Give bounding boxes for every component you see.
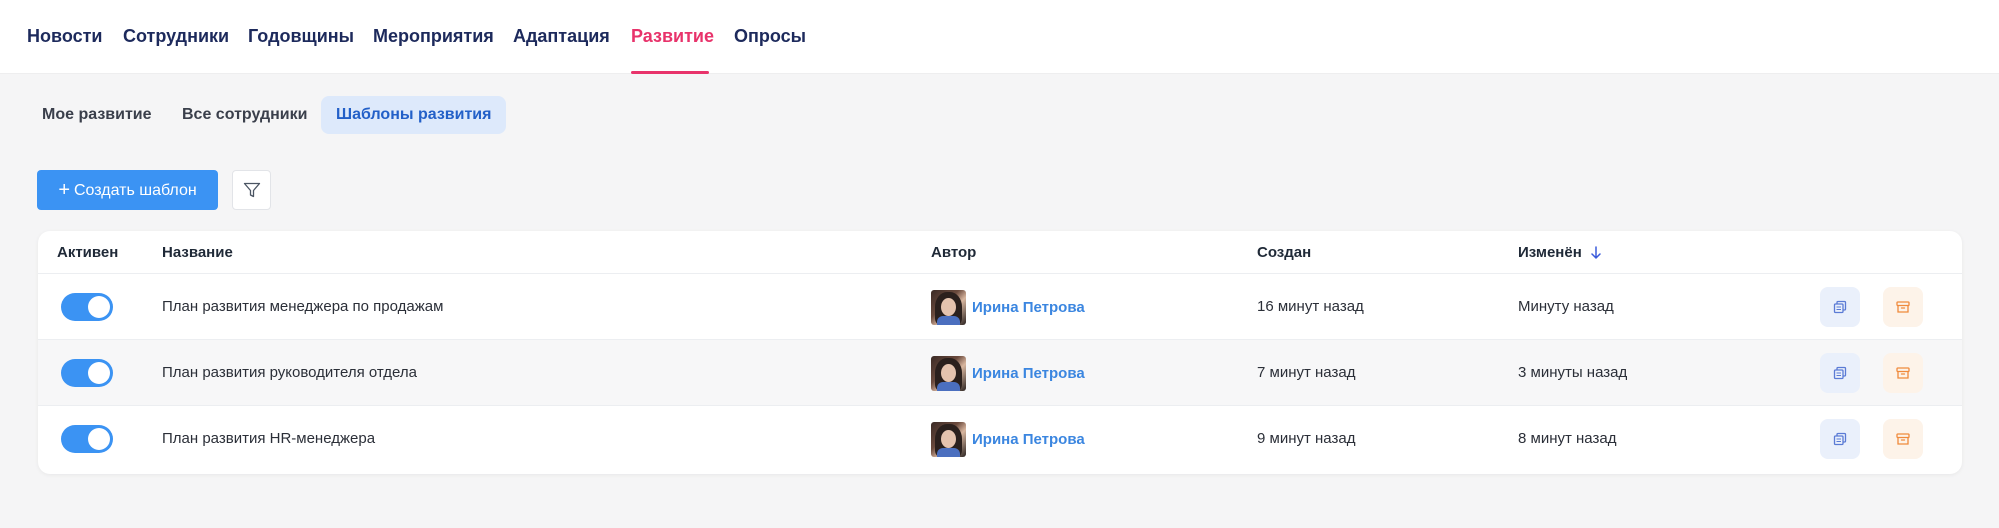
header-created[interactable]: Создан	[1257, 231, 1311, 274]
copy-button[interactable]	[1820, 353, 1860, 393]
archive-button[interactable]	[1883, 419, 1923, 459]
table-row: План развития HR-менеджера Ирина Петрова…	[38, 406, 1962, 472]
modified-time: Минуту назад	[1518, 298, 1614, 315]
filter-icon	[243, 182, 260, 198]
author-cell[interactable]: Ирина Петрова	[931, 420, 1085, 458]
header-modified-label: Изменён	[1518, 244, 1582, 261]
archive-icon	[1896, 301, 1910, 313]
nav-item-adaptation[interactable]: Адаптация	[513, 0, 610, 74]
copy-button[interactable]	[1820, 287, 1860, 327]
avatar	[931, 289, 966, 325]
top-navigation: Новости Сотрудники Годовщины Мероприятия…	[0, 0, 1999, 74]
author-link[interactable]: Ирина Петрова	[972, 365, 1085, 382]
created-time: 16 минут назад	[1257, 298, 1364, 315]
table-header: Активен Название Автор Создан Изменён	[38, 231, 1962, 274]
active-toggle[interactable]	[61, 425, 113, 453]
plus-icon: +	[58, 179, 70, 201]
header-name[interactable]: Название	[162, 231, 233, 274]
template-name[interactable]: План развития менеджера по продажам	[162, 274, 443, 340]
nav-item-events[interactable]: Мероприятия	[373, 0, 494, 74]
copy-icon	[1833, 366, 1847, 380]
subtab-my-development[interactable]: Мое развитие	[27, 96, 167, 134]
templates-table: Активен Название Автор Создан Изменён Пл…	[38, 231, 1962, 474]
create-template-label: Создать шаблон	[74, 182, 197, 199]
active-tab-indicator	[631, 71, 709, 74]
header-active: Активен	[57, 244, 119, 261]
table-row: План развития менеджера по продажам Ирин…	[38, 274, 1962, 340]
archive-button[interactable]	[1883, 353, 1923, 393]
nav-item-development[interactable]: Развитие	[631, 0, 714, 74]
author-cell[interactable]: Ирина Петрова	[931, 288, 1085, 326]
subtab-development-templates[interactable]: Шаблоны развития	[321, 96, 507, 134]
table-row: План развития руководителя отдела Ирина …	[38, 340, 1962, 406]
template-name[interactable]: План развития руководителя отдела	[162, 340, 417, 406]
archive-button[interactable]	[1883, 287, 1923, 327]
copy-icon	[1833, 300, 1847, 314]
toggle-knob	[88, 428, 110, 450]
create-template-button[interactable]: + Создать шаблон	[37, 170, 218, 210]
author-cell[interactable]: Ирина Петрова	[931, 354, 1085, 392]
toggle-knob	[88, 296, 110, 318]
copy-icon	[1833, 432, 1847, 446]
header-modified[interactable]: Изменён	[1518, 231, 1602, 274]
author-link[interactable]: Ирина Петрова	[972, 431, 1085, 448]
archive-icon	[1896, 433, 1910, 445]
modified-time: 8 минут назад	[1518, 430, 1617, 447]
nav-item-anniversaries[interactable]: Годовщины	[248, 0, 354, 74]
archive-icon	[1896, 367, 1910, 379]
copy-button[interactable]	[1820, 419, 1860, 459]
active-toggle[interactable]	[61, 293, 113, 321]
avatar	[931, 355, 966, 391]
modified-time: 3 минуты назад	[1518, 364, 1628, 381]
nav-item-news[interactable]: Новости	[27, 0, 102, 74]
nav-item-surveys[interactable]: Опросы	[734, 0, 806, 74]
filter-button[interactable]	[232, 170, 271, 210]
created-time: 7 минут назад	[1257, 364, 1356, 381]
header-author[interactable]: Автор	[931, 231, 976, 274]
active-toggle[interactable]	[61, 359, 113, 387]
author-link[interactable]: Ирина Петрова	[972, 299, 1085, 316]
template-name[interactable]: План развития HR-менеджера	[162, 406, 375, 472]
created-time: 9 минут назад	[1257, 430, 1356, 447]
nav-item-employees[interactable]: Сотрудники	[123, 0, 229, 74]
toggle-knob	[88, 362, 110, 384]
arrow-down-icon[interactable]	[1590, 246, 1602, 260]
subtab-all-employees[interactable]: Все сотрудники	[167, 96, 322, 134]
avatar	[931, 421, 966, 457]
